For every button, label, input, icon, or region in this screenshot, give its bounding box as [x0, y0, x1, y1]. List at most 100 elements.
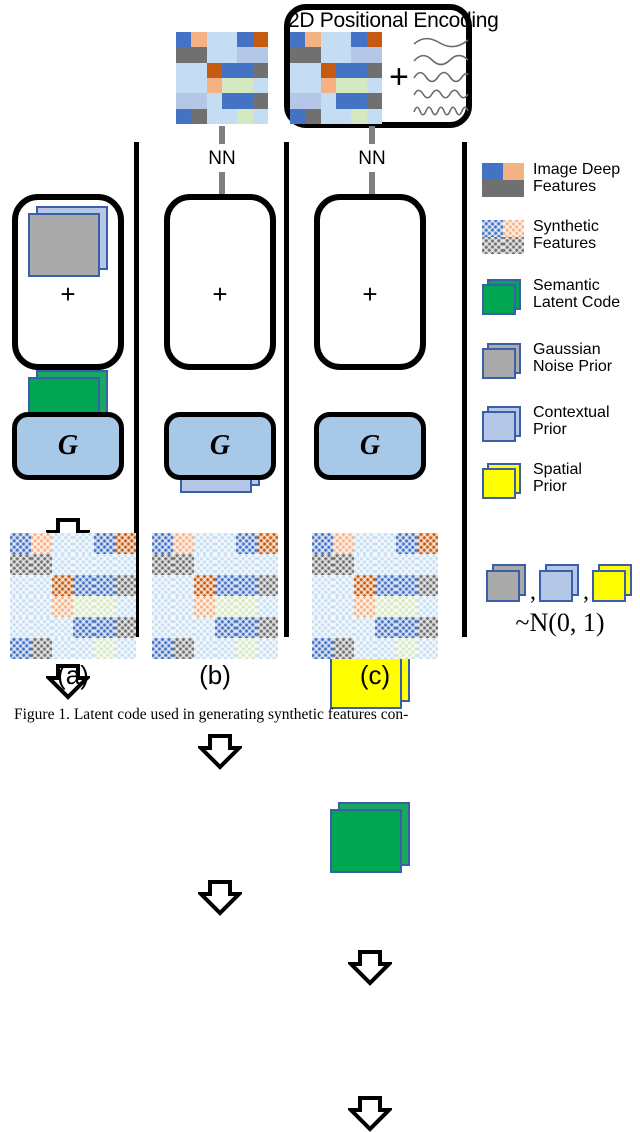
legend-label-image-deep-features: Image Deep Features — [533, 161, 621, 196]
column-divider-3 — [462, 142, 467, 637]
legend-label-semantic-latent-code: Semantic Latent Code — [533, 277, 621, 312]
feature-cell — [351, 62, 367, 78]
feature-cell — [396, 575, 417, 596]
feature-cell — [333, 554, 354, 575]
legend-label-contextual-prior: Contextual Prior — [533, 404, 610, 439]
feature-cell — [94, 554, 115, 575]
panel-label-b: (b) — [199, 660, 231, 690]
block-arrow-to-generator-b — [198, 734, 640, 770]
feature-cell — [94, 533, 115, 554]
column-divider-2 — [284, 142, 289, 637]
feature-cell — [94, 596, 115, 617]
legend-label-synthetic-features: Synthetic Features — [533, 218, 599, 253]
feature-cell — [257, 575, 278, 596]
legend-swatch-image-deep-features — [482, 163, 524, 197]
feature-cell — [320, 93, 336, 109]
feature-cell — [354, 575, 375, 596]
feature-cell — [236, 575, 257, 596]
feature-cell — [237, 108, 253, 124]
feature-cell — [290, 62, 306, 78]
feature-cell — [312, 617, 333, 638]
feature-cell — [312, 533, 333, 554]
feature-cell — [215, 617, 236, 638]
feature-cell — [252, 108, 268, 124]
feature-cell — [333, 596, 354, 617]
output-feature-grid-a — [10, 533, 136, 659]
feature-cell — [152, 575, 173, 596]
feature-cell — [191, 32, 207, 48]
feature-cell — [52, 617, 73, 638]
feature-cell — [252, 93, 268, 109]
feature-cell — [221, 32, 238, 48]
feature-cell — [335, 108, 352, 124]
feature-cell — [396, 638, 417, 659]
feature-cell — [335, 62, 352, 78]
feature-cell — [115, 617, 136, 638]
feature-cell — [290, 108, 306, 124]
generator-label-a: G — [57, 430, 79, 461]
feature-cell — [305, 47, 321, 63]
feature-cell — [73, 596, 94, 617]
legend-item-gaussian-noise-prior: Gaussian Noise Prior — [482, 341, 613, 381]
nn-label-b: NN — [208, 148, 236, 169]
feature-cell — [221, 77, 238, 94]
feature-cell — [333, 533, 354, 554]
feature-cell — [335, 32, 352, 48]
feature-cell — [320, 77, 336, 94]
nn-label-c: NN — [358, 148, 386, 169]
feature-cell — [191, 47, 207, 63]
feature-cell — [236, 638, 257, 659]
feature-cell — [194, 533, 215, 554]
feature-cell — [94, 617, 115, 638]
feature-cell — [257, 638, 278, 659]
feature-cell — [176, 32, 192, 48]
latent-plus-c: + — [362, 279, 378, 309]
feature-cell — [10, 554, 31, 575]
feature-cell — [206, 77, 222, 94]
generator-label-c: G — [359, 430, 381, 461]
legend-swatch-contextual-prior — [482, 406, 524, 444]
feature-cell — [52, 638, 73, 659]
feature-cell — [257, 596, 278, 617]
feature-cell — [194, 596, 215, 617]
feature-cell — [191, 62, 207, 78]
legend-item-synthetic-features: Synthetic Features — [482, 218, 599, 254]
legend-item-image-deep-features: Image Deep Features — [482, 161, 621, 197]
legend-swatch-synthetic-features — [482, 220, 524, 254]
feature-cell — [176, 93, 192, 109]
legend-swatch-spatial-prior — [482, 463, 524, 501]
feature-cell — [115, 533, 136, 554]
legend-label-gaussian-noise-prior: Gaussian Noise Prior — [533, 341, 613, 376]
feature-cell — [221, 47, 238, 63]
feature-cell — [73, 554, 94, 575]
feature-cell — [52, 554, 73, 575]
legend-swatch-semantic-latent-code — [482, 279, 524, 317]
feature-cell — [237, 32, 253, 48]
feature-cell — [351, 77, 367, 94]
feature-cell — [10, 596, 31, 617]
distribution-swatch-front — [486, 570, 520, 602]
feature-cell — [10, 617, 31, 638]
feature-cell — [335, 77, 352, 94]
feature-cell — [194, 638, 215, 659]
panel-label-c: (c) — [359, 660, 391, 690]
feature-cell — [354, 638, 375, 659]
feature-cell — [252, 32, 268, 48]
feature-cell — [236, 533, 257, 554]
input-feature-grid-c — [290, 32, 382, 124]
feature-cell — [252, 62, 268, 78]
latent-plus-b: + — [212, 279, 228, 309]
feature-cell — [351, 108, 367, 124]
legend-item-contextual-prior: Contextual Prior — [482, 404, 610, 444]
feature-cell — [173, 638, 194, 659]
positional-encoding-plus: + — [389, 58, 409, 96]
feature-cell — [52, 575, 73, 596]
feature-cell — [215, 554, 236, 575]
feature-cell — [396, 533, 417, 554]
feature-cell — [115, 596, 136, 617]
feature-cell — [320, 62, 336, 78]
feature-cell — [290, 32, 306, 48]
figure-caption: Figure 1. Latent code used in generating… — [14, 706, 409, 723]
legend-swatch-quadrant — [503, 237, 524, 254]
feature-cell — [10, 533, 31, 554]
